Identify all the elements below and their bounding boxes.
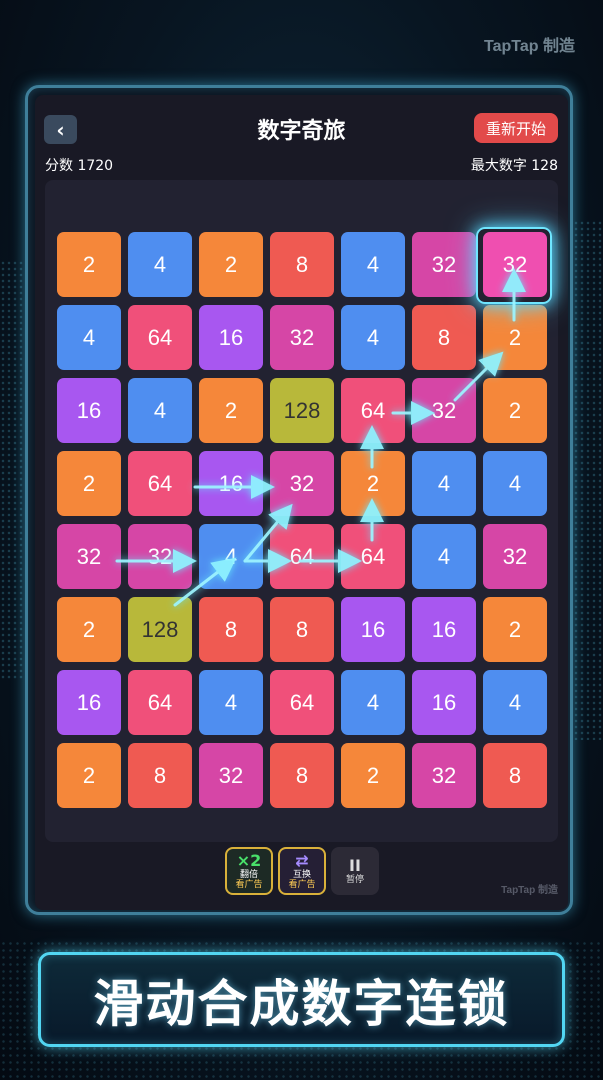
pause-label: 暂停 (345, 875, 364, 885)
number-tile[interactable]: 2 (57, 743, 121, 808)
restart-button[interactable]: 重新开始 (474, 113, 558, 143)
number-tile[interactable]: 2 (57, 451, 121, 516)
number-tile[interactable]: 16 (57, 670, 121, 735)
number-tile[interactable]: 16 (341, 597, 405, 662)
number-tile[interactable]: 16 (199, 305, 263, 370)
number-tile[interactable]: 4 (341, 232, 405, 297)
number-tile[interactable]: 16 (412, 670, 476, 735)
double-label: 翻倍 (239, 870, 258, 880)
number-tile[interactable]: 128 (270, 378, 334, 443)
number-tile[interactable]: 32 (412, 232, 476, 297)
number-tile[interactable]: 32 (270, 305, 334, 370)
number-tile[interactable]: 8 (483, 743, 547, 808)
number-tile[interactable]: 2 (199, 232, 263, 297)
number-tile[interactable]: 32 (57, 524, 121, 589)
pause-button[interactable]: II 暂停 (331, 847, 379, 895)
number-tile[interactable]: 32 (483, 524, 547, 589)
taptap-watermark: TapTap 制造 (501, 885, 558, 896)
number-tile[interactable]: 4 (199, 524, 263, 589)
number-tile[interactable]: 16 (412, 597, 476, 662)
watch-ad-label: 看广告 (235, 880, 263, 890)
number-tile[interactable]: 4 (483, 670, 547, 735)
number-tile[interactable]: 8 (128, 743, 192, 808)
number-tile[interactable]: 64 (341, 524, 405, 589)
number-tile[interactable]: 4 (483, 451, 547, 516)
pause-icon: II (349, 856, 361, 875)
number-tile[interactable]: 128 (128, 597, 192, 662)
tool-bar: ×2 翻倍 看广告 ⇄ 互换 看广告 II 暂停 (35, 843, 568, 903)
number-tile[interactable]: 2 (57, 597, 121, 662)
taptap-watermark: TapTap 制造 (484, 38, 575, 55)
number-tile[interactable]: 2 (483, 597, 547, 662)
swap-button[interactable]: ⇄ 互换 看广告 (278, 847, 326, 895)
double-icon: ×2 (236, 851, 262, 870)
number-tile[interactable]: 4 (412, 451, 476, 516)
number-tile[interactable]: 32 (412, 743, 476, 808)
game-screen: ‹ 数字奇旅 重新开始 分数 1720 最大数字 128 2 4 2 8 4 32 32 4 6… (35, 95, 568, 910)
swap-icon: ⇄ (295, 851, 309, 870)
number-tile[interactable]: 8 (270, 232, 334, 297)
number-tile[interactable]: 64 (270, 670, 334, 735)
swap-label: 互换 (292, 870, 311, 880)
number-tile[interactable]: 32 (199, 743, 263, 808)
score-display: 分数 1720 (45, 158, 114, 174)
number-tile[interactable]: 4 (128, 378, 192, 443)
number-tile[interactable]: 16 (57, 378, 121, 443)
selected-tile-highlight (476, 227, 552, 304)
banner-text: 滑动合成数字连锁 (93, 974, 510, 1033)
number-tile[interactable]: 4 (341, 670, 405, 735)
double-button[interactable]: ×2 翻倍 看广告 (225, 847, 273, 895)
number-tile[interactable]: 32 (412, 378, 476, 443)
number-tile[interactable]: 2 (199, 378, 263, 443)
number-tile[interactable]: 2 (483, 305, 547, 370)
number-tile[interactable]: 64 (128, 305, 192, 370)
number-tile[interactable]: 4 (128, 232, 192, 297)
number-tile[interactable]: 4 (341, 305, 405, 370)
number-tile[interactable]: 16 (199, 451, 263, 516)
number-tile[interactable]: 64 (128, 670, 192, 735)
number-tile[interactable]: 8 (270, 597, 334, 662)
promo-banner: 滑动合成数字连锁 (38, 952, 565, 1047)
number-tile[interactable]: 2 (341, 743, 405, 808)
number-tile[interactable]: 8 (270, 743, 334, 808)
number-tile[interactable]: 64 (341, 378, 405, 443)
max-number-display: 最大数字 128 (470, 158, 558, 174)
number-tile[interactable]: 32 (128, 524, 192, 589)
watch-ad-label: 看广告 (288, 880, 316, 890)
number-tile[interactable]: 4 (57, 305, 121, 370)
number-tile[interactable]: 8 (412, 305, 476, 370)
number-tile[interactable]: 2 (341, 451, 405, 516)
number-tile[interactable]: 4 (199, 670, 263, 735)
number-tile[interactable]: 2 (57, 232, 121, 297)
number-tile[interactable]: 32 (270, 451, 334, 516)
number-tile[interactable]: 64 (128, 451, 192, 516)
number-tile[interactable]: 64 (270, 524, 334, 589)
number-tile[interactable]: 2 (483, 378, 547, 443)
number-tile[interactable]: 4 (412, 524, 476, 589)
number-tile[interactable]: 8 (199, 597, 263, 662)
